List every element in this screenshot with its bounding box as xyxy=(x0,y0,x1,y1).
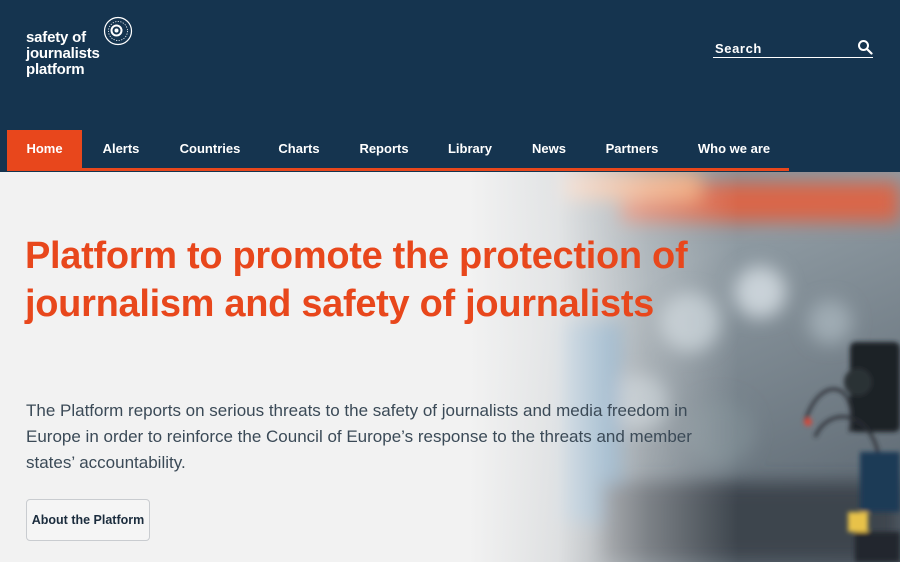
logo-wordmark: safety of journalists platform xyxy=(26,30,100,78)
hero-description: The Platform reports on serious threats … xyxy=(26,401,692,472)
nav-who-we-are[interactable]: Who we are xyxy=(689,130,779,168)
search-bar xyxy=(713,38,873,58)
nav-charts[interactable]: Charts xyxy=(270,130,328,168)
nav-alerts[interactable]: Alerts xyxy=(90,130,152,168)
nav-library[interactable]: Library xyxy=(440,130,500,168)
logo-line-1: safety of xyxy=(26,29,86,46)
logo-line-2: journalists xyxy=(26,45,100,62)
main-nav: Home Alerts Countries Charts Reports Lib… xyxy=(7,130,789,171)
site-logo[interactable]: safety of journalists platform xyxy=(26,16,146,80)
about-platform-button[interactable]: About the Platform xyxy=(26,499,150,541)
search-icon[interactable] xyxy=(857,39,873,55)
nav-home[interactable]: Home xyxy=(7,130,82,168)
nav-partners[interactable]: Partners xyxy=(597,130,667,168)
search-input[interactable] xyxy=(715,40,851,56)
council-emblem-icon xyxy=(103,16,133,46)
site-header: safety of journalists platform Home Aler… xyxy=(0,0,900,172)
hero-title: Platform to promote the protection of jo… xyxy=(25,235,688,325)
nav-news[interactable]: News xyxy=(524,130,574,168)
logo-line-3: platform xyxy=(26,61,85,78)
nav-reports[interactable]: Reports xyxy=(350,130,418,168)
nav-countries[interactable]: Countries xyxy=(170,130,250,168)
